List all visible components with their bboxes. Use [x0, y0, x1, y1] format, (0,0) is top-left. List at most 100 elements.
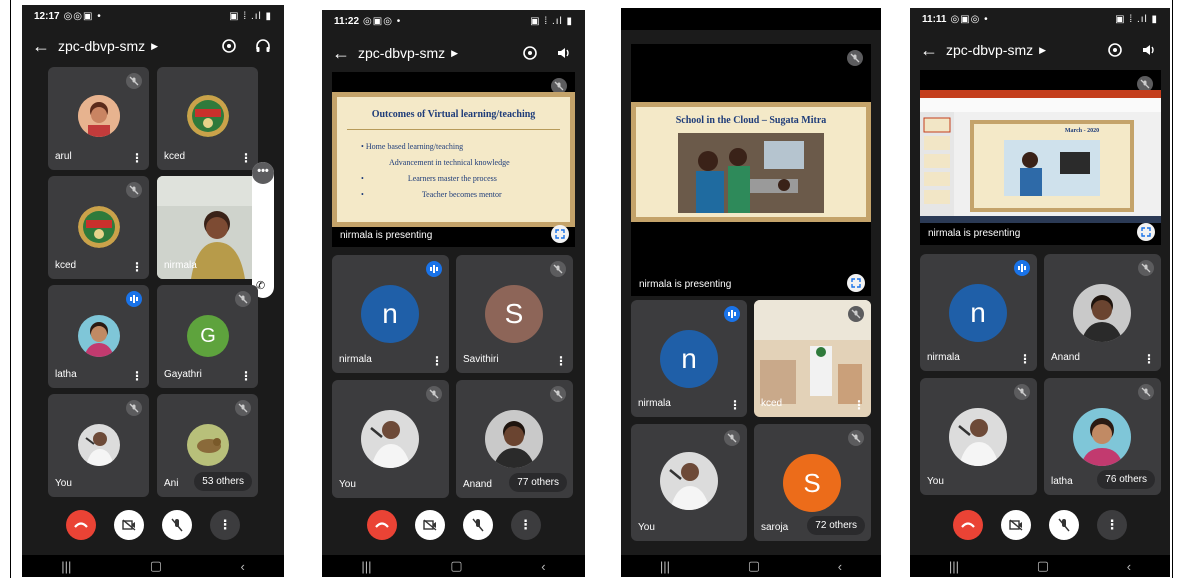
speaker-icon[interactable]	[553, 42, 575, 64]
caret-right-icon[interactable]: ▶	[151, 41, 158, 52]
caret-right-icon[interactable]: ▶	[1039, 45, 1046, 56]
back-nav-icon[interactable]: ‹	[1127, 559, 1131, 574]
more-vert-icon[interactable]: ⋮	[1143, 353, 1155, 365]
more-options-button[interactable]: ⋮	[510, 510, 541, 540]
mic-off-icon	[1138, 260, 1154, 276]
participant-tile[interactable]: latha ⋮	[48, 285, 149, 388]
others-count-badge[interactable]: 53 others	[194, 472, 252, 491]
switch-camera-icon[interactable]	[519, 42, 541, 64]
participant-tile-self[interactable]: You	[332, 380, 449, 498]
switch-camera-icon[interactable]	[1104, 39, 1126, 61]
others-count-badge[interactable]: 77 others	[509, 473, 567, 492]
more-vert-icon[interactable]: ⋮	[131, 370, 143, 382]
more-horiz-icon[interactable]: •••	[252, 162, 274, 184]
more-vert-icon[interactable]: ⋮	[555, 355, 567, 367]
participant-tile[interactable]: S saroja 72 others	[754, 424, 871, 541]
mic-off-icon	[235, 400, 251, 416]
participant-tile[interactable]: G Gayathri ⋮	[157, 285, 258, 388]
fullscreen-icon[interactable]	[551, 225, 569, 243]
meeting-code[interactable]: zpc-dbvp-smz	[58, 38, 145, 54]
recent-apps-icon[interactable]: |||	[61, 559, 71, 574]
participant-tile[interactable]: S Savithiri ⋮	[456, 255, 573, 373]
participant-name: You	[638, 522, 655, 533]
participant-tile-self[interactable]: You	[48, 394, 149, 497]
recent-apps-icon[interactable]: |||	[949, 559, 959, 574]
participant-tile[interactable]: Anand 77 others	[456, 380, 573, 498]
android-nav-bar: ||| ▢ ‹	[322, 555, 585, 577]
participant-video-tile[interactable]: nirmala	[157, 176, 265, 279]
end-call-button[interactable]	[366, 510, 397, 540]
participant-name: You	[55, 478, 72, 489]
back-nav-icon[interactable]: ‹	[240, 559, 244, 574]
more-vert-icon[interactable]: ⋮	[729, 399, 741, 411]
end-call-button[interactable]	[66, 510, 96, 540]
recent-apps-icon[interactable]: |||	[361, 559, 371, 574]
avatar: S	[783, 454, 841, 512]
recent-apps-icon[interactable]: |||	[660, 559, 670, 574]
back-nav-icon[interactable]: ‹	[541, 559, 545, 574]
participant-tile[interactable]: Ani 53 others	[157, 394, 258, 497]
android-nav-bar: ||| ▢ ‹	[22, 555, 284, 577]
mic-off-button[interactable]	[162, 510, 192, 540]
more-vert-icon[interactable]: ⋮	[240, 152, 252, 164]
participant-tile[interactable]: n nirmala ⋮	[631, 300, 747, 417]
avatar	[361, 410, 419, 468]
more-vert-icon[interactable]: ⋮	[1019, 353, 1031, 365]
home-icon[interactable]: ▢	[748, 558, 760, 574]
participant-tile[interactable]: kced ⋮	[48, 176, 149, 279]
participant-name: latha	[55, 369, 77, 380]
participant-tile-self[interactable]: You	[631, 424, 747, 541]
more-vert-icon[interactable]: ⋮	[131, 261, 143, 273]
more-vert-icon[interactable]: ⋮	[853, 399, 865, 411]
presentation-tile[interactable]: School in the Cloud – Sugata Mitra nirma…	[631, 44, 871, 296]
mic-off-button[interactable]	[1049, 510, 1079, 540]
slide-bullet: • Learners master the process	[361, 174, 497, 183]
more-vert-icon[interactable]: ⋮	[131, 152, 143, 164]
back-arrow-icon[interactable]: ←	[332, 43, 358, 64]
back-arrow-icon[interactable]: ←	[920, 40, 946, 61]
more-vert-icon[interactable]: ⋮	[431, 355, 443, 367]
avatar: n	[361, 285, 419, 343]
participant-tile-self[interactable]: You	[920, 378, 1037, 495]
presentation-tile[interactable]: Outcomes of Virtual learning/teaching • …	[332, 72, 575, 247]
participant-tile[interactable]: latha 76 others	[1044, 378, 1161, 495]
more-options-button[interactable]: ⋮	[1097, 510, 1127, 540]
fullscreen-icon[interactable]	[847, 274, 865, 292]
participant-tile[interactable]: kced ⋮	[157, 67, 258, 170]
presentation-tile[interactable]: March - 2020 nirmala is presenting	[920, 70, 1161, 245]
home-icon[interactable]: ▢	[450, 558, 462, 574]
speaker-icon[interactable]	[1138, 39, 1160, 61]
more-options-button[interactable]: ⋮	[210, 510, 240, 540]
participant-tile[interactable]: Anand ⋮	[1044, 254, 1161, 371]
participant-tile[interactable]: arul ⋮	[48, 67, 149, 170]
camera-off-button[interactable]	[114, 510, 144, 540]
participant-video-tile[interactable]: kced ⋮	[754, 300, 871, 417]
headphones-icon[interactable]	[252, 35, 274, 57]
meeting-code[interactable]: zpc-dbvp-smz	[946, 42, 1033, 58]
end-call-button[interactable]	[953, 510, 983, 540]
switch-camera-icon[interactable]	[218, 35, 240, 57]
camera-off-button[interactable]	[1001, 510, 1031, 540]
caret-right-icon[interactable]: ▶	[451, 48, 458, 59]
slide-bullet: • Teacher becomes mentor	[361, 190, 502, 199]
avatar: n	[949, 284, 1007, 342]
participant-tile[interactable]: n nirmala ⋮	[920, 254, 1037, 371]
home-icon[interactable]: ▢	[1037, 558, 1049, 574]
back-nav-icon[interactable]: ‹	[838, 559, 842, 574]
more-vert-icon[interactable]: ⋮	[240, 370, 252, 382]
participant-name: arul	[55, 151, 72, 162]
meeting-code[interactable]: zpc-dbvp-smz	[358, 45, 445, 61]
mic-off-button[interactable]	[462, 510, 493, 540]
camera-off-button[interactable]	[414, 510, 445, 540]
call-side-panel[interactable]: ••• ✆	[252, 162, 274, 298]
back-arrow-icon[interactable]: ←	[32, 36, 58, 57]
participant-tile[interactable]: n nirmala ⋮	[332, 255, 449, 373]
fullscreen-icon[interactable]	[1137, 223, 1155, 241]
others-count-badge[interactable]: 72 others	[807, 516, 865, 535]
others-count-badge[interactable]: 76 others	[1097, 470, 1155, 489]
home-icon[interactable]: ▢	[150, 558, 162, 574]
meeting-header: ← zpc-dbvp-smz ▶	[22, 31, 284, 61]
mic-off-icon	[724, 430, 740, 446]
notification-icons: ◎▣◎ •	[950, 13, 989, 25]
mic-off-icon	[1138, 384, 1154, 400]
